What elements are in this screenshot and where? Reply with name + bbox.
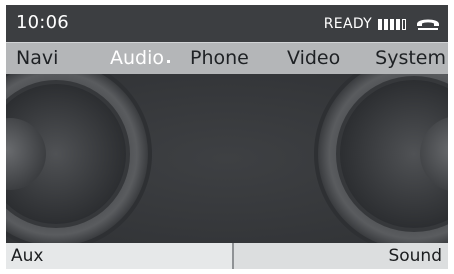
phone-handset-icon <box>417 19 439 30</box>
menu-item-video[interactable]: Video <box>287 47 340 69</box>
audio-main-area <box>6 74 448 243</box>
menu-item-system[interactable]: System <box>375 47 446 69</box>
signal-bar <box>384 18 388 30</box>
display-screen: 10:06 READY Navi Audio Phone Video Syste… <box>6 5 448 269</box>
menu-item-audio-label: Audio <box>110 47 165 69</box>
aux-label: Aux <box>11 246 44 266</box>
selection-dot-icon <box>167 60 171 63</box>
menu-item-navi[interactable]: Navi <box>16 47 58 69</box>
menu-item-phone[interactable]: Phone <box>190 47 249 69</box>
signal-bar <box>378 18 382 30</box>
main-menu-bar: Navi Audio Phone Video System <box>6 42 448 74</box>
speaker-graphic <box>6 74 448 243</box>
sound-label: Sound <box>388 246 442 266</box>
status-bar: 10:06 READY <box>6 5 448 42</box>
bottom-softkey-bar: Aux Sound <box>6 243 448 269</box>
ready-status: READY <box>323 16 372 32</box>
signal-bar <box>390 18 394 30</box>
menu-item-audio[interactable]: Audio <box>110 47 171 69</box>
clock: 10:06 <box>16 12 69 33</box>
sound-button[interactable]: Sound <box>236 243 448 269</box>
signal-bar <box>402 18 406 30</box>
signal-bar <box>396 18 400 30</box>
aux-button[interactable]: Aux <box>6 243 234 269</box>
signal-strength-icon <box>378 18 408 30</box>
status-indicators: READY <box>324 14 440 34</box>
